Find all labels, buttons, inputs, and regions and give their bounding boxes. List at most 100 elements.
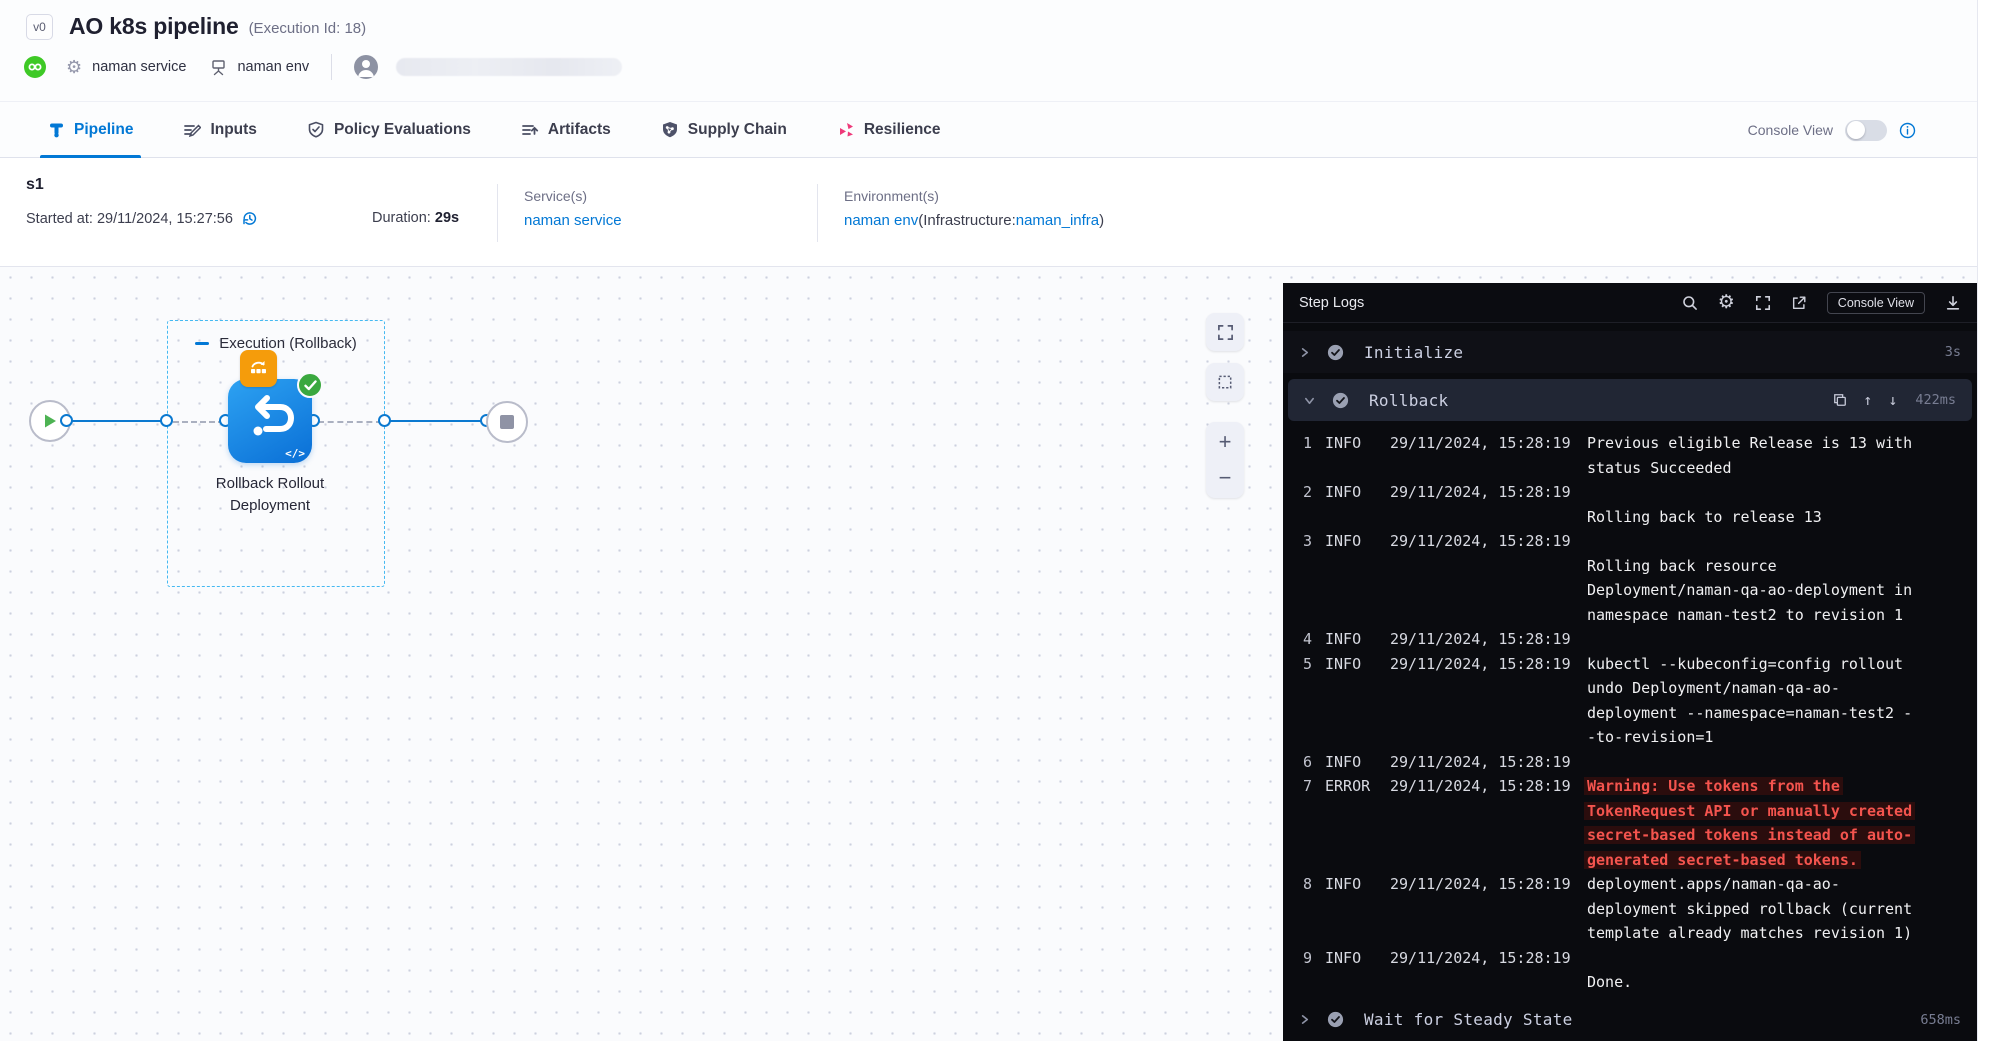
info-icon[interactable] — [1899, 122, 1916, 139]
tab-policy-evaluations[interactable]: Policy Evaluations — [303, 102, 475, 157]
log-entry: 7ERROR29/11/2024, 15:28:19Warning: Use t… — [1301, 774, 1961, 872]
log-message-line — [1587, 627, 1961, 652]
infrastructure-prefix: (Infrastructure: — [918, 212, 1016, 229]
code-step-mark: </> — [285, 447, 305, 460]
log-message-line: Rolling back resource — [1587, 554, 1961, 579]
group-label-row[interactable]: Execution (Rollback) — [168, 335, 384, 352]
toggle-knob — [1847, 121, 1865, 139]
execution-tab-bar: Pipeline Inputs Policy Evaluations Arti — [0, 101, 1978, 158]
log-open-external-icon[interactable] — [1791, 295, 1807, 311]
log-level: INFO — [1325, 946, 1381, 995]
log-message-line — [1587, 750, 1961, 775]
connector-line — [389, 420, 490, 422]
log-message-line-error: secret-based tokens instead of auto- — [1587, 823, 1961, 848]
artifacts-icon — [521, 121, 539, 139]
step-success-icon — [297, 372, 323, 398]
log-entry: 1INFO29/11/2024, 15:28:19Previous eligib… — [1301, 431, 1961, 480]
environment-link[interactable]: naman env — [844, 212, 918, 229]
log-fullscreen-icon[interactable] — [1755, 295, 1771, 311]
infrastructure-link[interactable]: naman_infra — [1016, 212, 1099, 229]
canvas-select-region-button[interactable] — [1206, 363, 1244, 401]
console-view-toggle[interactable] — [1845, 120, 1887, 141]
log-message — [1587, 750, 1961, 775]
log-timestamp: 29/11/2024, 15:28:19 — [1390, 627, 1573, 652]
pipeline-icon — [48, 121, 65, 138]
log-message-line: deployment skipped rollback (current — [1587, 897, 1961, 922]
inputs-icon — [183, 121, 201, 139]
log-level: INFO — [1325, 529, 1381, 627]
scroll-to-bottom-icon[interactable]: ↓ — [1888, 393, 1897, 408]
tab-inputs-label: Inputs — [210, 121, 257, 139]
log-message-line — [1587, 946, 1961, 971]
log-search-icon[interactable] — [1682, 295, 1698, 311]
services-label: Service(s) — [524, 188, 622, 204]
log-message-line: template already matches revision 1) — [1587, 921, 1961, 946]
stop-square-icon — [500, 415, 514, 429]
log-message: deployment.apps/naman-qa-ao-deployment s… — [1587, 872, 1961, 946]
log-download-icon[interactable] — [1945, 295, 1961, 311]
canvas-fit-screen-button[interactable] — [1206, 313, 1244, 351]
pipeline-end-node[interactable] — [486, 401, 528, 443]
scrollbar-gutter[interactable] — [1977, 0, 2000, 1041]
page-header: v0 AO k8s pipeline (Execution Id: 18) ⚙ … — [0, 0, 1978, 101]
copy-logs-icon[interactable] — [1833, 393, 1847, 407]
log-line-number: 3 — [1301, 529, 1312, 627]
tab-inputs[interactable]: Inputs — [179, 102, 261, 157]
scroll-to-top-icon[interactable]: ↑ — [1863, 393, 1872, 408]
log-message — [1587, 627, 1961, 652]
tab-pipeline[interactable]: Pipeline — [44, 102, 137, 157]
service-link[interactable]: naman service — [524, 212, 622, 229]
log-message-line: Done. — [1587, 970, 1961, 995]
log-message-line: namespace naman-test2 to revision 1 — [1587, 603, 1961, 628]
log-section-initialize[interactable]: Initialize 3s — [1283, 331, 1977, 373]
connector-port — [378, 414, 391, 427]
log-timestamp: 29/11/2024, 15:28:19 — [1390, 750, 1573, 775]
chevron-right-icon[interactable] — [1299, 347, 1313, 358]
log-message: Done. — [1587, 946, 1961, 995]
log-message-line — [1587, 529, 1961, 554]
environment-name[interactable]: naman env — [237, 59, 309, 75]
console-view-button[interactable]: Console View — [1827, 292, 1925, 314]
log-message: Rolling back resourceDeployment/naman-qa… — [1587, 529, 1961, 627]
gear-icon: ⚙ — [66, 58, 82, 76]
log-timestamp: 29/11/2024, 15:28:19 — [1390, 480, 1573, 529]
execution-history-icon[interactable] — [241, 210, 258, 227]
pipeline-execution-page: v0 AO k8s pipeline (Execution Id: 18) ⚙ … — [0, 0, 2000, 1041]
policy-shield-icon — [307, 121, 325, 139]
step-success-circle-icon — [1332, 392, 1349, 409]
infrastructure-suffix: ) — [1099, 212, 1104, 229]
log-message: Warning: Use tokens from theTokenRequest… — [1587, 774, 1961, 872]
collapse-minus-icon[interactable] — [195, 342, 209, 345]
step-node-label[interactable]: Rollback Rollout Deployment — [185, 473, 355, 517]
log-entry: 6INFO29/11/2024, 15:28:19 — [1301, 750, 1961, 775]
log-message-line-error: TokenRequest API or manually created — [1587, 799, 1961, 824]
log-section-wait-for-steady-state[interactable]: Wait for Steady State 658ms — [1283, 999, 1977, 1041]
log-settings-gear-icon[interactable]: ⚙ — [1718, 293, 1735, 312]
log-section-rollback[interactable]: Rollback ↑ ↓ 422ms — [1288, 379, 1972, 421]
user-avatar-icon — [354, 55, 378, 79]
duration: Duration: 29s — [372, 210, 459, 226]
log-line-number: 2 — [1301, 480, 1312, 529]
log-message-line: status Succeeded — [1587, 456, 1961, 481]
step-logs-title: Step Logs — [1299, 295, 1364, 311]
environments-label: Environment(s) — [844, 188, 1104, 204]
version-badge: v0 — [26, 14, 53, 40]
chevron-right-icon[interactable] — [1299, 1014, 1313, 1025]
zoom-out-button[interactable]: − — [1206, 460, 1244, 496]
service-name[interactable]: naman service — [92, 59, 186, 75]
log-line-number: 1 — [1301, 431, 1312, 480]
tab-artifacts[interactable]: Artifacts — [517, 102, 615, 157]
log-level: INFO — [1325, 652, 1381, 750]
chevron-down-icon[interactable] — [1304, 395, 1318, 406]
log-timestamp: 29/11/2024, 15:28:19 — [1390, 431, 1573, 480]
header-meta-row: ⚙ naman service naman env — [24, 54, 1978, 80]
tab-resilience[interactable]: Resilience — [833, 102, 945, 157]
tab-policy-evaluations-label: Policy Evaluations — [334, 121, 471, 139]
zoom-in-button[interactable]: + — [1206, 424, 1244, 460]
section-duration: 658ms — [1920, 1012, 1961, 1028]
log-level: ERROR — [1325, 774, 1381, 872]
tab-supply-chain[interactable]: Supply Chain — [657, 102, 791, 157]
log-message-line: Deployment/naman-qa-ao-deployment in — [1587, 578, 1961, 603]
connector-port — [60, 414, 73, 427]
connector-port — [160, 414, 173, 427]
